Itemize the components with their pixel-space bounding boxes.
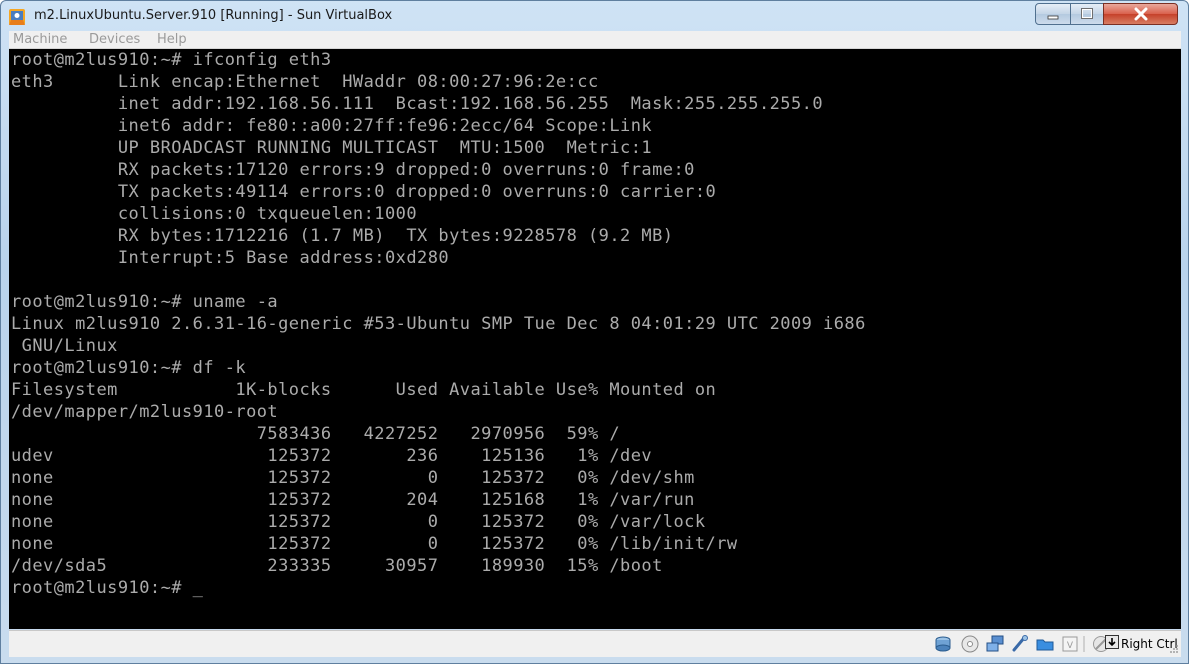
hard-disk-icon[interactable] (933, 634, 953, 654)
menu-help[interactable]: Help (157, 32, 187, 47)
terminal-line: root@m2lus910:~# uname -a (11, 292, 279, 312)
title-bar[interactable]: m2.LinuxUbuntu.Server.910 [Running] - Su… (1, 1, 1188, 31)
vrdp-icon[interactable]: V (1060, 634, 1080, 654)
terminal-line: none 125372 0 125372 0% /lib/init/rw (11, 534, 738, 554)
terminal-line: none 125372 204 125168 1% /var/run (11, 490, 695, 510)
terminal-prompt-line: root@m2lus910:~# _ (11, 578, 204, 598)
resize-grip-icon[interactable] (1169, 644, 1179, 654)
close-button[interactable] (1103, 3, 1178, 25)
virtualbox-window: m2.LinuxUbuntu.Server.910 [Running] - Su… (0, 0, 1189, 664)
menu-machine[interactable]: Machine (13, 32, 67, 47)
shared-folders-icon[interactable] (1035, 634, 1055, 654)
terminal-line: root@m2lus910:~# ifconfig eth3 (11, 50, 332, 70)
terminal-line: root@m2lus910:~# df -k (11, 358, 247, 378)
terminal-line: inet addr:192.168.56.111 Bcast:192.168.5… (11, 94, 824, 114)
guest-console[interactable]: root@m2lus910:~# ifconfig eth3 eth3 Link… (9, 49, 1181, 629)
host-key-icon[interactable] (1105, 635, 1119, 649)
terminal-line: eth3 Link encap:Ethernet HWaddr 08:00:27… (11, 72, 599, 92)
terminal-line: GNU/Linux (11, 336, 118, 356)
maximize-icon (1081, 8, 1093, 19)
terminal-line: none 125372 0 125372 0% /dev/shm (11, 468, 695, 488)
terminal-line: udev 125372 236 125136 1% /dev (11, 446, 653, 466)
separator-icon (1083, 636, 1085, 652)
window-title: m2.LinuxUbuntu.Server.910 [Running] - Su… (34, 8, 393, 23)
cd-drive-icon[interactable] (960, 634, 980, 654)
terminal-line: /dev/mapper/m2lus910-root (11, 402, 279, 422)
close-icon (1134, 7, 1147, 21)
minimize-button[interactable] (1035, 3, 1071, 25)
virtualbox-app-icon (9, 9, 25, 25)
terminal-line: UP BROADCAST RUNNING MULTICAST MTU:1500 … (11, 138, 653, 158)
terminal-line: /dev/sda5 233335 30957 189930 15% /boot (11, 556, 663, 576)
svg-text:V: V (1067, 641, 1074, 651)
terminal-line: none 125372 0 125372 0% /var/lock (11, 512, 706, 532)
terminal-line: Interrupt:5 Base address:0xd280 (11, 248, 450, 268)
terminal-line: RX bytes:1712216 (1.7 MB) TX bytes:92285… (11, 226, 674, 246)
terminal-line: inet6 addr: fe80::a00:27ff:fe96:2ecc/64 … (11, 116, 653, 136)
usb-icon[interactable] (1010, 634, 1030, 654)
maximize-button[interactable] (1070, 3, 1104, 25)
terminal-line: Filesystem 1K-blocks Used Available Use%… (11, 380, 717, 400)
terminal-line: RX packets:17120 errors:9 dropped:0 over… (11, 160, 695, 180)
menu-devices[interactable]: Devices (89, 32, 140, 47)
terminal-line: 7583436 4227252 2970956 59% / (11, 424, 621, 444)
menu-bar: Machine Devices Help (9, 31, 1181, 49)
terminal-line: collisions:0 txqueuelen:1000 (11, 204, 418, 224)
terminal-line: Linux m2lus910 2.6.31-16-generic #53-Ubu… (11, 314, 866, 334)
network-icon[interactable] (985, 634, 1005, 654)
minimize-icon (1047, 15, 1059, 20)
terminal-line: TX packets:49114 errors:0 dropped:0 over… (11, 182, 717, 202)
status-bar: V Right Ctrl (9, 630, 1181, 657)
